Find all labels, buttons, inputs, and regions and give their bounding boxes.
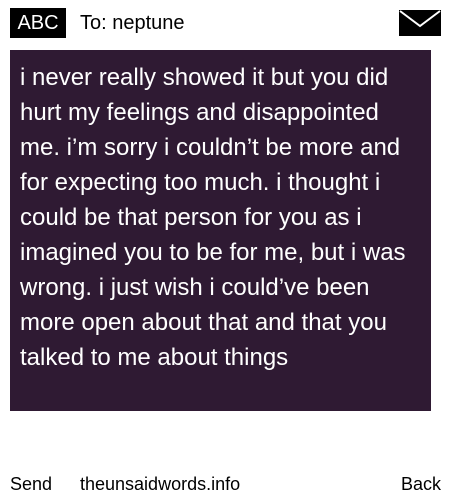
recipient-field[interactable]: To: neptune bbox=[80, 8, 185, 38]
message-header: ABC To: neptune bbox=[0, 0, 450, 46]
message-body[interactable]: i never really showed it but you did hur… bbox=[10, 50, 431, 411]
message-text: i never really showed it but you did hur… bbox=[20, 64, 406, 371]
envelope-icon[interactable] bbox=[399, 10, 441, 36]
site-name: theunsaidwords.info bbox=[80, 474, 241, 494]
back-button[interactable]: Back bbox=[401, 472, 441, 496]
input-mode-badge[interactable]: ABC bbox=[10, 8, 66, 38]
send-button[interactable]: Send bbox=[10, 472, 52, 496]
